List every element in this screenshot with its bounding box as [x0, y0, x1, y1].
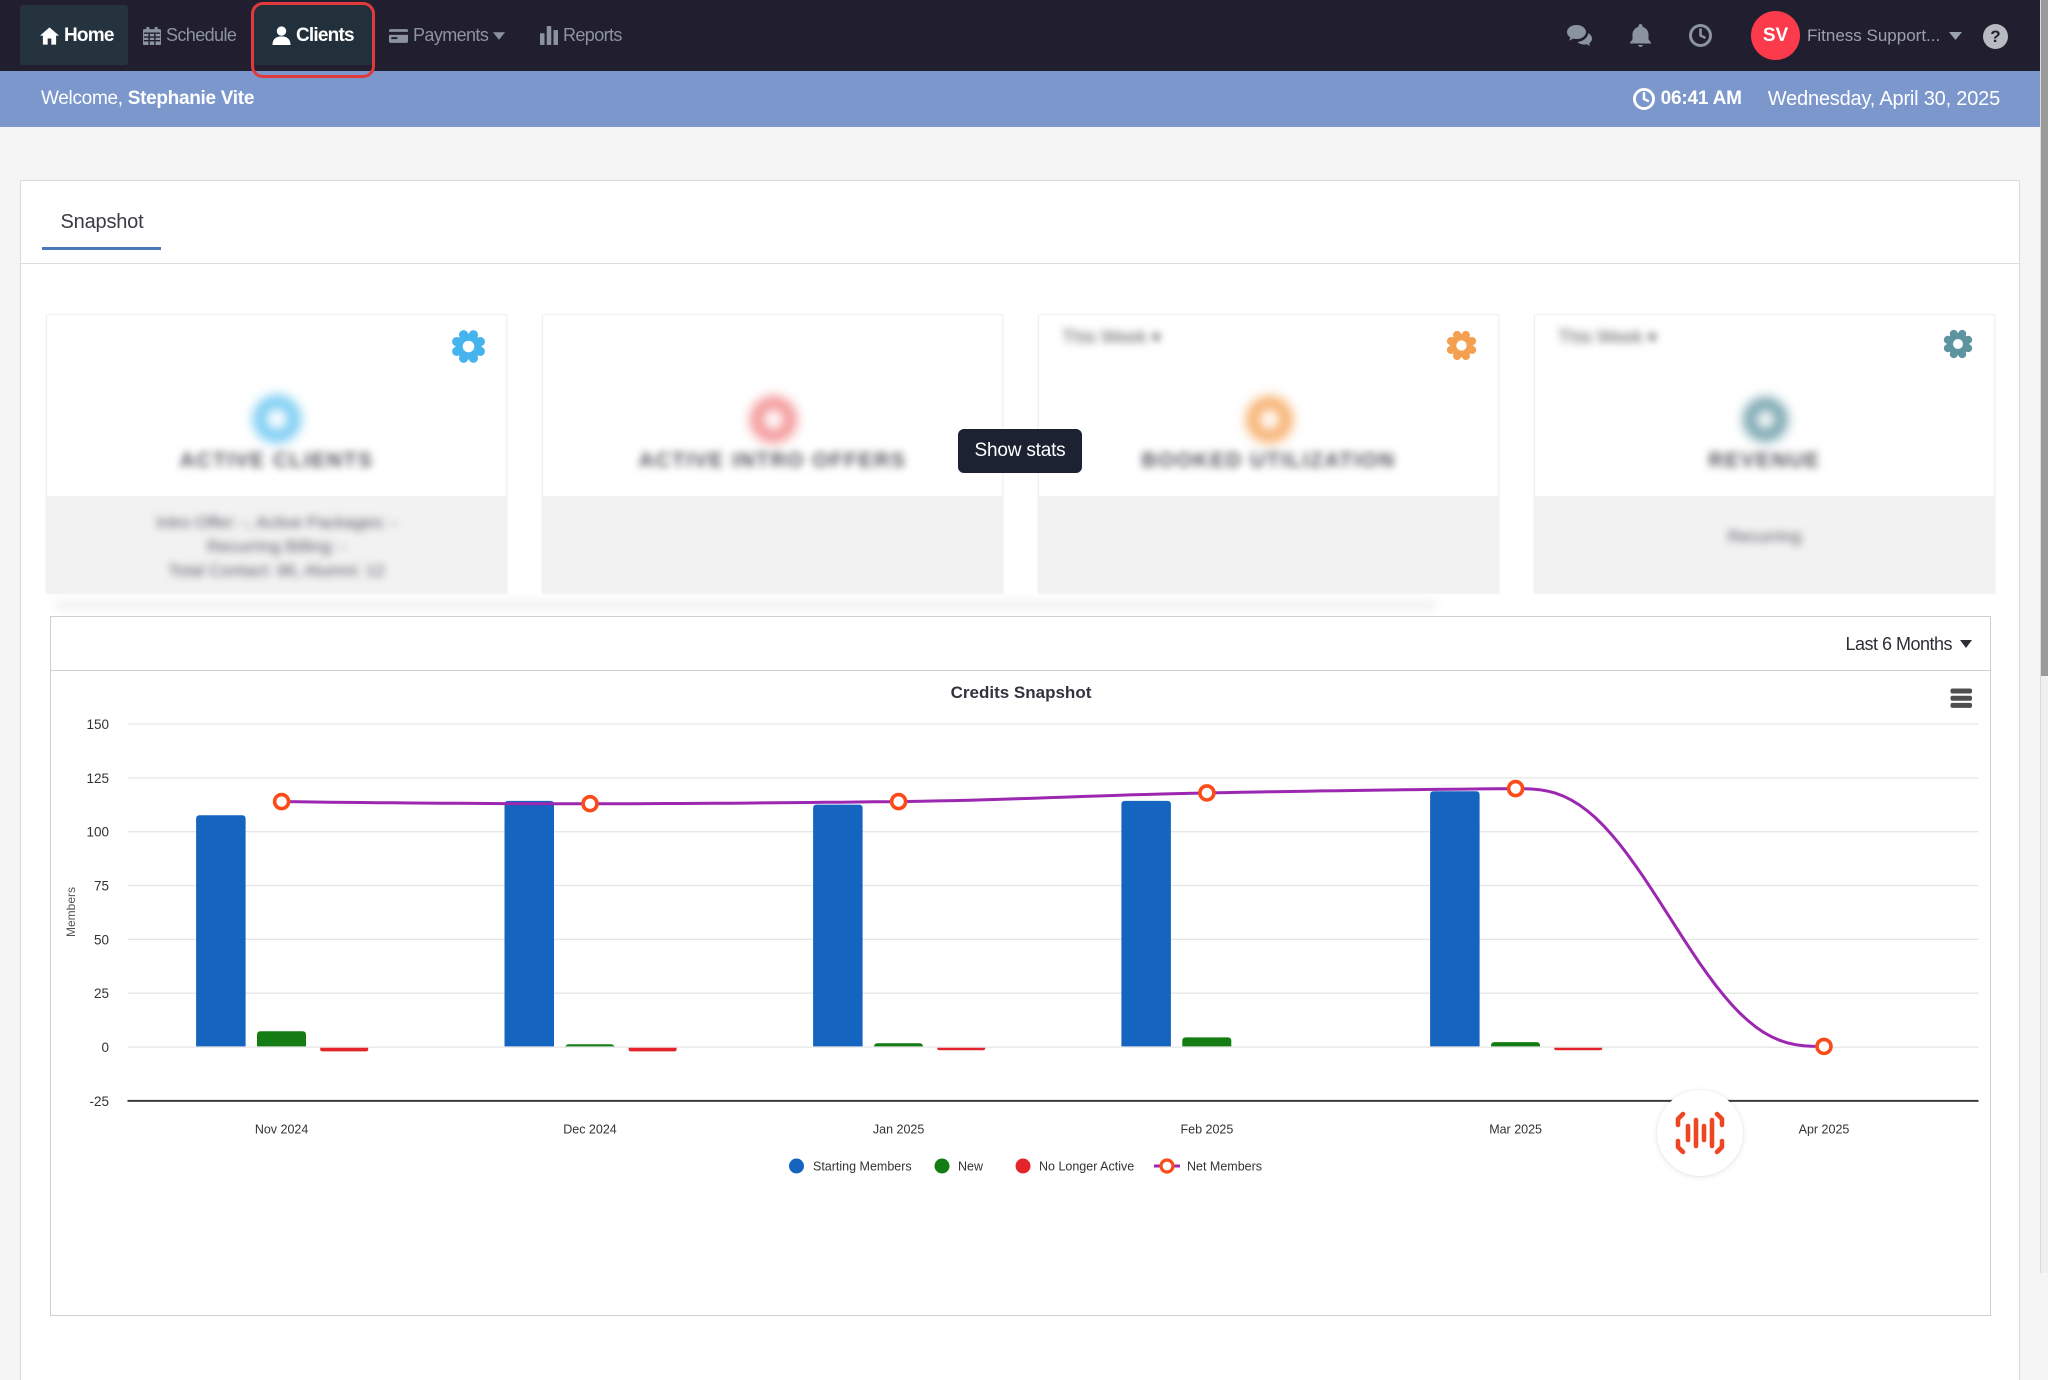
svg-text:Dec 2024: Dec 2024 [563, 1123, 617, 1137]
svg-text:75: 75 [94, 879, 109, 894]
svg-text:Mar 2025: Mar 2025 [1489, 1123, 1542, 1137]
svg-text:0: 0 [101, 1040, 109, 1055]
svg-text:100: 100 [86, 825, 109, 840]
svg-text:25: 25 [94, 986, 109, 1001]
svg-text:50: 50 [94, 932, 109, 947]
svg-text:No Longer Active: No Longer Active [1039, 1160, 1134, 1174]
svg-text:Apr 2025: Apr 2025 [1799, 1123, 1850, 1137]
svg-text:Jan 2025: Jan 2025 [873, 1123, 924, 1137]
svg-text:Net Members: Net Members [1187, 1160, 1262, 1174]
svg-text:Starting Members: Starting Members [813, 1160, 912, 1174]
svg-text:Feb 2025: Feb 2025 [1180, 1123, 1233, 1137]
svg-text:125: 125 [86, 771, 109, 786]
svg-text:Credits Snapshot: Credits Snapshot [951, 683, 1092, 702]
svg-text:150: 150 [86, 717, 109, 732]
svg-text:New: New [958, 1160, 984, 1174]
svg-text:Members: Members [64, 887, 78, 937]
svg-text:-25: -25 [89, 1094, 109, 1109]
svg-text:Nov 2024: Nov 2024 [255, 1123, 309, 1137]
